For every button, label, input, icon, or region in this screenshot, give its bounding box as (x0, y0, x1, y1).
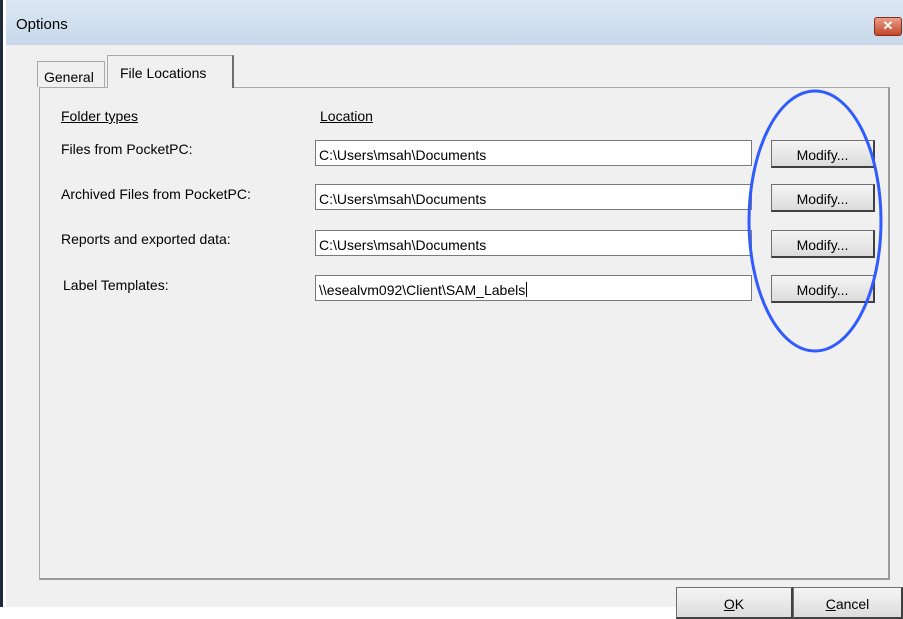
folder-types-header: Folder types (61, 108, 139, 124)
label-templates-value: \\esealvm092\Client\SAM_Labels (319, 282, 526, 298)
file-locations-panel: Folder types Location Files from PocketP… (39, 87, 890, 580)
tab-file-locations[interactable]: File Locations (107, 55, 234, 88)
modify-button-files-from-pocketpc[interactable]: Modify... (771, 140, 875, 168)
label-files-from-pocketpc: Files from PocketPC: (61, 141, 193, 157)
options-dialog: Options ✕ General File Locations Folder … (0, 0, 903, 619)
modify-button-archived-files[interactable]: Modify... (771, 184, 875, 212)
ok-button[interactable]: OK (676, 587, 793, 619)
modify-button-reports-exported[interactable]: Modify... (771, 230, 875, 258)
modify-button-label-templates[interactable]: Modify... (771, 275, 875, 303)
location-header: Location (320, 108, 373, 124)
files-from-pocketpc-field[interactable]: C:\Users\msah\Documents (315, 140, 752, 166)
reports-exported-field[interactable]: C:\Users\msah\Documents (315, 230, 752, 256)
window-title: Options (16, 16, 68, 33)
label-reports-exported: Reports and exported data: (61, 231, 231, 247)
label-templates-field[interactable]: \\esealvm092\Client\SAM_Labels (315, 275, 752, 301)
ok-label-rest: K (734, 596, 745, 612)
label-label-templates: Label Templates: (63, 277, 169, 293)
tab-general[interactable]: General (37, 61, 105, 87)
text-caret (526, 282, 528, 297)
cancel-label-rest: ancel (835, 596, 870, 612)
archived-files-field[interactable]: C:\Users\msah\Documents (315, 184, 752, 210)
cancel-button[interactable]: Cancel (793, 587, 903, 619)
dialog-client-area: General File Locations Folder types Loca… (6, 45, 903, 619)
close-icon: ✕ (882, 18, 894, 33)
cancel-mnemonic: C (825, 596, 836, 612)
label-archived-files: Archived Files from PocketPC: (61, 186, 251, 202)
title-bar: Options ✕ (6, 0, 903, 45)
close-button[interactable]: ✕ (874, 17, 902, 36)
ok-mnemonic: O (723, 596, 735, 612)
